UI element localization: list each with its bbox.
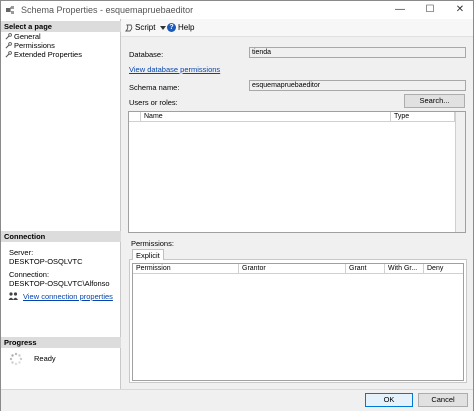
schema-name-label: Schema name: <box>129 83 180 92</box>
progress-spinner-icon <box>9 352 23 366</box>
progress-header: Progress <box>1 337 121 348</box>
connection-label: Connection: <box>9 270 50 279</box>
left-pane: Select a page General Permissions Extend… <box>1 19 121 389</box>
column-header-with-grant[interactable]: With Gr... <box>385 264 424 274</box>
wrench-icon <box>5 42 12 49</box>
users-roles-grid[interactable]: Name Type <box>128 111 466 233</box>
database-label: Database: <box>129 50 164 59</box>
users-or-roles-label: Users or roles: <box>129 98 178 107</box>
page-item-label: Extended Properties <box>14 50 82 59</box>
column-header-permission[interactable]: Permission <box>133 264 239 274</box>
tab-explicit[interactable]: Explicit <box>132 249 164 260</box>
title-bar: Schema Properties - esquemapruebaeditor … <box>1 1 473 19</box>
toolbar: Script ? Help <box>121 19 473 37</box>
script-label: Script <box>135 23 156 32</box>
server-value: DESKTOP-OSQLVTC <box>9 257 83 266</box>
column-header-name[interactable]: Name <box>141 112 391 122</box>
permissions-label: Permissions: <box>131 239 174 248</box>
column-header-grant[interactable]: Grant <box>346 264 385 274</box>
permissions-tab-panel: Permission Grantor Grant With Gr... Deny <box>129 259 467 383</box>
script-icon <box>125 24 133 31</box>
search-button[interactable]: Search... <box>404 94 465 108</box>
page-item-general[interactable]: General <box>5 32 41 41</box>
schema-app-icon <box>6 6 14 14</box>
row-selector-column <box>129 112 141 122</box>
users-grid-scrollbar[interactable] <box>455 112 465 232</box>
users-roles-grid-header: Name Type <box>129 112 465 122</box>
connection-header: Connection <box>1 231 121 242</box>
progress-status: Ready <box>34 354 56 363</box>
help-label: Help <box>178 23 195 32</box>
chevron-down-icon[interactable] <box>160 25 167 30</box>
column-header-type[interactable]: Type <box>391 112 455 122</box>
page-item-label: General <box>14 32 41 41</box>
wrench-icon <box>5 51 12 58</box>
schema-properties-dialog: Schema Properties - esquemapruebaeditor … <box>0 0 474 411</box>
permissions-grid-header: Permission Grantor Grant With Gr... Deny <box>133 264 463 274</box>
window-title: Schema Properties - esquemapruebaeditor <box>21 5 194 15</box>
permissions-grid[interactable]: Permission Grantor Grant With Gr... Deny <box>132 263 464 381</box>
maximize-button[interactable]: ☐ <box>417 1 443 19</box>
column-header-grantor[interactable]: Grantor <box>239 264 346 274</box>
minimize-button[interactable]: — <box>387 1 413 19</box>
column-header-deny[interactable]: Deny <box>424 264 463 274</box>
wrench-icon <box>5 33 12 40</box>
script-button[interactable]: Script <box>125 23 167 32</box>
page-item-extended-properties[interactable]: Extended Properties <box>5 50 82 59</box>
database-field: tienda <box>249 47 466 58</box>
users-icon <box>8 292 18 300</box>
view-database-permissions-link[interactable]: View database permissions <box>129 65 220 74</box>
page-item-permissions[interactable]: Permissions <box>5 41 55 50</box>
server-label: Server: <box>9 248 34 257</box>
connection-value: DESKTOP-OSQLVTC\Alfonso <box>9 279 110 288</box>
help-button[interactable]: ? Help <box>167 23 194 32</box>
schema-name-field[interactable]: esquemapruebaeditor <box>249 80 466 91</box>
help-icon: ? <box>167 23 176 32</box>
view-connection-properties-link[interactable]: View connection properties <box>23 292 113 301</box>
select-page-header: Select a page <box>1 21 121 32</box>
page-item-label: Permissions <box>14 41 55 50</box>
cancel-button[interactable]: Cancel <box>418 393 468 407</box>
ok-button[interactable]: OK <box>365 393 413 407</box>
close-button[interactable]: ✕ <box>447 1 473 19</box>
